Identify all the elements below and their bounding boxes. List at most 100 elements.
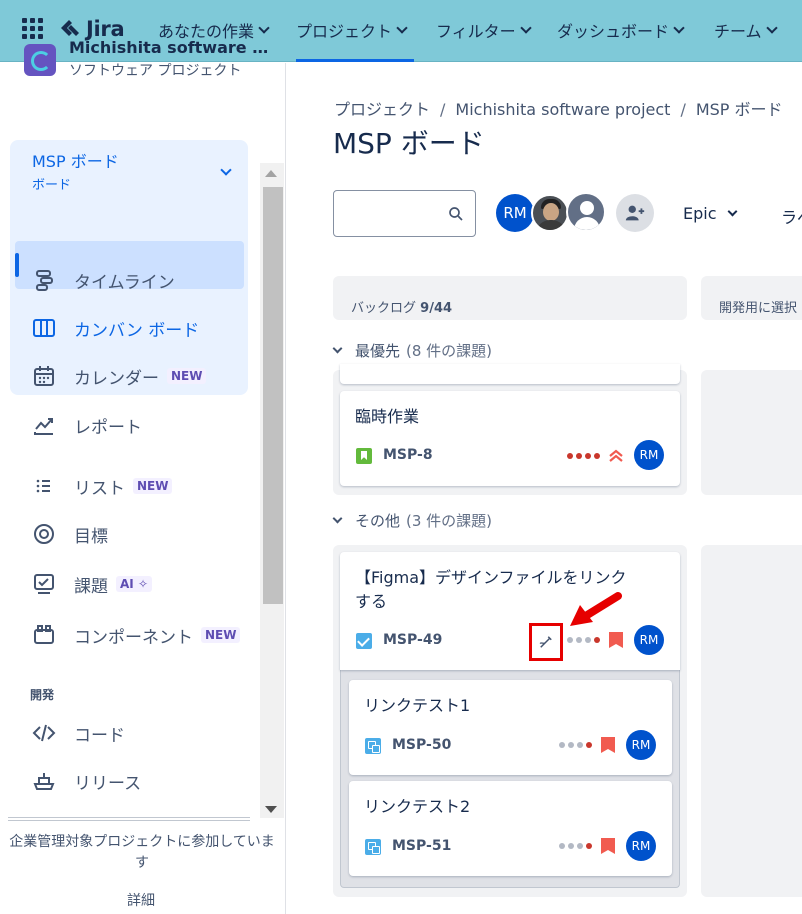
card-msp-49[interactable]: 【Figma】デザインファイルをリンクする MSP-49 RM [340, 552, 680, 670]
chevron-down-icon [258, 21, 270, 34]
swimlane-count: (3 件の課題) [406, 512, 493, 530]
search-input[interactable] [334, 191, 434, 235]
sidebar-item-releases[interactable]: リリース [30, 761, 141, 801]
scroll-down-icon[interactable] [265, 806, 277, 813]
card-key: MSP-50 [392, 737, 452, 753]
app-switcher-icon[interactable] [22, 18, 44, 40]
breadcrumb-project[interactable]: Michishita software project [455, 100, 670, 119]
releases-icon [30, 767, 58, 795]
board-selector[interactable]: MSP ボード ボード [32, 148, 119, 193]
sidebar-item-issues[interactable]: 課題 AI ✧ [30, 564, 153, 604]
code-icon [30, 719, 58, 747]
avatar-filter-rm[interactable]: RM [496, 194, 534, 232]
sidebar-item-goals[interactable]: 目標 [30, 514, 108, 554]
nav-teams[interactable]: チーム [714, 18, 778, 42]
card-key: MSP-8 [383, 447, 433, 463]
chevron-down-icon [765, 21, 778, 34]
nav-filters[interactable]: フィルター [436, 18, 532, 42]
timeline-icon [30, 266, 58, 294]
sidebar-item-label: タイムライン [74, 272, 175, 293]
epic-filter[interactable]: Epic [683, 204, 737, 223]
sidebar-item-label: 目標 [74, 526, 108, 547]
board-selector-subtitle: ボード [32, 178, 72, 193]
nav-dashboards[interactable]: ダッシュボード [557, 18, 685, 42]
add-user-icon [625, 205, 645, 221]
lane-cell-selected [701, 545, 802, 897]
sidebar-item-label: 課題 [74, 576, 108, 597]
list-icon [30, 472, 58, 500]
breadcrumb-separator: / [440, 100, 446, 119]
sidebar-item-components[interactable]: コンポーネント NEW [30, 615, 241, 655]
status-dots [567, 637, 600, 643]
sidebar-item-label: リリース [74, 773, 142, 794]
sparkle-icon: ✧ [137, 577, 149, 591]
project-header[interactable]: Michishita software project ソフトウェア プロジェク… [24, 38, 269, 80]
task-icon [356, 633, 372, 649]
sidebar-item-label: レポート [74, 417, 142, 438]
chevron-down-icon[interactable] [220, 164, 232, 176]
design-link-icon [539, 636, 552, 648]
annotation-arrow-icon [570, 592, 622, 626]
card-partial[interactable] [340, 364, 680, 384]
card-key: MSP-51 [392, 838, 452, 854]
search-icon [449, 207, 463, 221]
nav-active-indicator [296, 59, 414, 62]
label-filter[interactable]: ラベ [781, 204, 802, 228]
epic-filter-label: Epic [683, 204, 717, 223]
swimlane-other[interactable]: その他 (3 件の課題) [332, 510, 493, 531]
label-filter-label: ラベ [781, 208, 802, 227]
chevron-down-icon [332, 343, 343, 354]
assignee-avatar[interactable]: RM [634, 625, 664, 655]
card-msp-8[interactable]: 臨時作業 MSP-8 RM [340, 391, 680, 486]
status-dots [559, 843, 592, 849]
project-name: Michishita software project [69, 38, 269, 57]
sidebar-item-calendar[interactable]: カレンダー NEW [30, 356, 207, 396]
card-msp-50[interactable]: リンクテスト1 MSP-50 RM [349, 680, 672, 775]
sidebar-item-label: コンポーネント [74, 627, 193, 648]
project-type: ソフトウェア プロジェクト [69, 63, 242, 79]
swimlane-name: 最優先 [355, 342, 401, 360]
card-msp-51[interactable]: リンクテスト2 MSP-51 RM [349, 781, 672, 876]
sidebar-item-label: リスト [74, 478, 125, 499]
chevron-down-icon [520, 21, 532, 34]
subtask-icon [365, 839, 381, 855]
scroll-up-icon[interactable] [265, 170, 277, 177]
sidebar-item-code[interactable]: コード [30, 713, 125, 753]
avatar-filter-photo[interactable] [531, 194, 569, 232]
nav-label: プロジェクト [296, 22, 393, 41]
add-people-button[interactable] [616, 194, 654, 232]
sidebar-item-label: カンバン ボード [74, 320, 200, 341]
new-badge: NEW [201, 627, 241, 643]
breadcrumb-projects[interactable]: プロジェクト [334, 100, 430, 119]
avatar-filter-default[interactable] [566, 192, 606, 232]
nav-label: ダッシュボード [557, 22, 670, 41]
sidebar-item-timeline[interactable]: タイムライン [30, 260, 175, 300]
sidebar-item-kanban-board[interactable]: カンバン ボード [30, 308, 199, 348]
page-title: MSP ボード [333, 127, 485, 160]
development-link-icon[interactable] [529, 623, 563, 661]
reports-icon [30, 411, 58, 439]
nav-projects[interactable]: プロジェクト [296, 18, 408, 42]
board-selector-title: MSP ボード [32, 152, 119, 171]
sidebar-item-list[interactable]: リスト NEW [30, 466, 173, 506]
details-link[interactable]: 詳細 [0, 890, 282, 910]
breadcrumb-board[interactable]: MSP ボード [696, 100, 783, 119]
sidebar-item-label: カレンダー [74, 368, 159, 389]
new-badge: NEW [167, 368, 207, 384]
breadcrumb-separator: / [680, 100, 686, 119]
subtask-icon [365, 738, 381, 754]
managed-project-notice: 企業管理対象プロジェクトに参加しています [9, 834, 275, 871]
card-title: リンクテスト1 [364, 696, 471, 715]
swimlane-name: その他 [355, 512, 401, 530]
goals-icon [30, 520, 58, 548]
assignee-avatar[interactable]: RM [634, 440, 664, 470]
divider [8, 817, 250, 818]
sidebar-item-reports[interactable]: レポート [30, 405, 142, 445]
status-dots [559, 742, 592, 748]
priority-high-icon [601, 838, 615, 854]
assignee-avatar[interactable]: RM [626, 730, 656, 760]
assignee-avatar[interactable]: RM [626, 831, 656, 861]
sidebar-scrollbar-thumb[interactable] [263, 187, 283, 604]
project-avatar-icon [24, 44, 56, 76]
swimlane-highest[interactable]: 最優先 (8 件の課題) [332, 340, 492, 361]
